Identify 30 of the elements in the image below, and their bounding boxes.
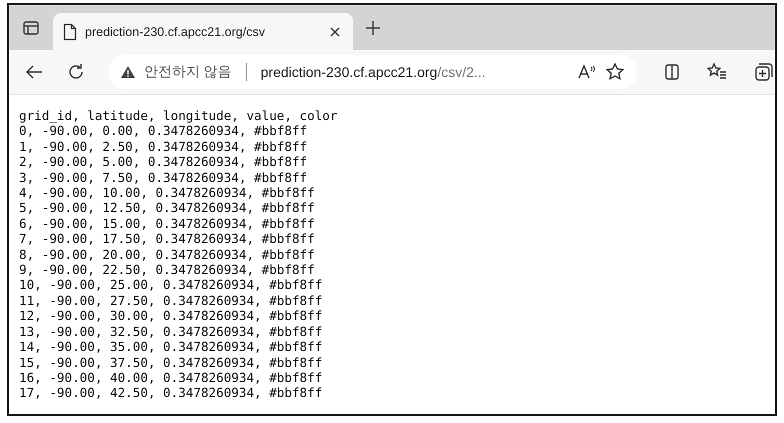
csv-line: 6, -90.00, 15.00, 0.3478260934, #bbf8ff: [19, 216, 315, 232]
csv-line: 8, -90.00, 20.00, 0.3478260934, #bbf8ff: [19, 246, 315, 262]
address-bar[interactable]: 안전하지 않음 prediction-230.cf.apcc21.org/csv/2...: [108, 55, 638, 89]
warning-icon: [120, 65, 136, 79]
csv-line: 1, -90.00, 2.50, 0.3478260934, #bbf8ff: [19, 138, 308, 154]
csv-line: 12, -90.00, 30.00, 0.3478260934, #bbf8ff: [19, 308, 322, 324]
tab-title: prediction-230.cf.apcc21.org/csv: [85, 24, 266, 38]
close-icon[interactable]: [329, 26, 341, 38]
csv-line: 11, -90.00, 27.50, 0.3478260934, #bbf8ff: [19, 292, 322, 308]
browser-tab[interactable]: prediction-230.cf.apcc21.org/csv: [53, 13, 353, 50]
csv-line: 16, -90.00, 40.00, 0.3478260934, #bbf8ff: [19, 370, 322, 386]
csv-line: 3, -90.00, 7.50, 0.3478260934, #bbf8ff: [19, 170, 308, 186]
url-text: prediction-230.cf.apcc21.org/csv/2...: [260, 64, 486, 80]
csv-line: 4, -90.00, 10.00, 0.3478260934, #bbf8ff: [19, 185, 315, 200]
csv-line: 7, -90.00, 17.50, 0.3478260934, #bbf8ff: [19, 231, 315, 247]
csv-line: 14, -90.00, 35.00, 0.3478260934, #bbf8ff: [19, 339, 322, 354]
read-aloud-icon[interactable]: [577, 63, 598, 81]
csv-line: grid_id, latitude, longitude, value, color: [19, 108, 338, 124]
csv-line: 9, -90.00, 22.50, 0.3478260934, #bbf8ff: [19, 262, 315, 278]
csv-line: 5, -90.00, 12.50, 0.3478260934, #bbf8ff: [19, 200, 315, 216]
csv-line: 17, -90.00, 42.50, 0.3478260934, #bbf8ff: [19, 385, 322, 401]
csv-line: 10, -90.00, 25.00, 0.3478260934, #bbf8ff: [19, 277, 322, 293]
csv-line: 0, -90.00, 0.00, 0.3478260934, #bbf8ff: [19, 123, 308, 139]
csv-line: 13, -90.00, 32.50, 0.3478260934, #bbf8ff: [19, 324, 322, 340]
collections-icon[interactable]: [753, 62, 775, 82]
page-icon: [63, 22, 77, 40]
csv-line: 2, -90.00, 5.00, 0.3478260934, #bbf8ff: [19, 154, 308, 170]
favorite-star-icon[interactable]: [605, 62, 626, 82]
csv-line: 15, -90.00, 37.50, 0.3478260934, #bbf8ff: [19, 354, 322, 370]
security-label: 안전하지 않음: [144, 63, 232, 81]
